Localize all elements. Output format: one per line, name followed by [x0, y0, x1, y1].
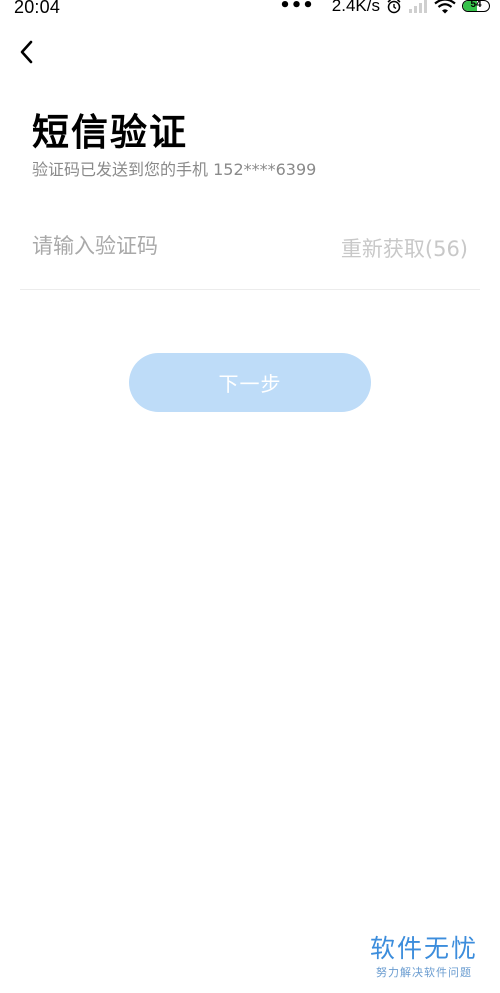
network-speed: 2.4K/s [331, 0, 380, 15]
verification-code-row: 重新获取(56) [20, 218, 480, 290]
status-indicators: ••• 2.4K/s 54 [279, 0, 490, 16]
battery-icon: 54 [462, 0, 490, 12]
page-subtitle: 验证码已发送到您的手机 152****6399 [32, 160, 317, 179]
battery-percent: 54 [470, 0, 482, 10]
status-bar: 20:04 ••• 2.4K/s 54 [0, 0, 500, 20]
signal-icon [409, 0, 427, 13]
back-button[interactable] [12, 36, 44, 68]
status-time: 20:04 [14, 0, 61, 17]
next-step-button[interactable]: 下一步 [129, 353, 371, 412]
watermark-title: 软件无忧 [369, 934, 478, 963]
watermark-logo: 软件无忧 努力解决软件问题 [370, 934, 478, 980]
more-notifications-icon: ••• [279, 0, 314, 16]
verification-code-input[interactable] [32, 230, 322, 262]
alarm-icon [387, 0, 401, 14]
chevron-left-icon [20, 40, 33, 64]
wifi-icon [434, 0, 456, 14]
page-title: 短信验证 [32, 111, 188, 154]
watermark-slogan: 努力解决软件问题 [375, 966, 472, 979]
resend-code-button[interactable]: 重新获取(56) [341, 233, 468, 263]
